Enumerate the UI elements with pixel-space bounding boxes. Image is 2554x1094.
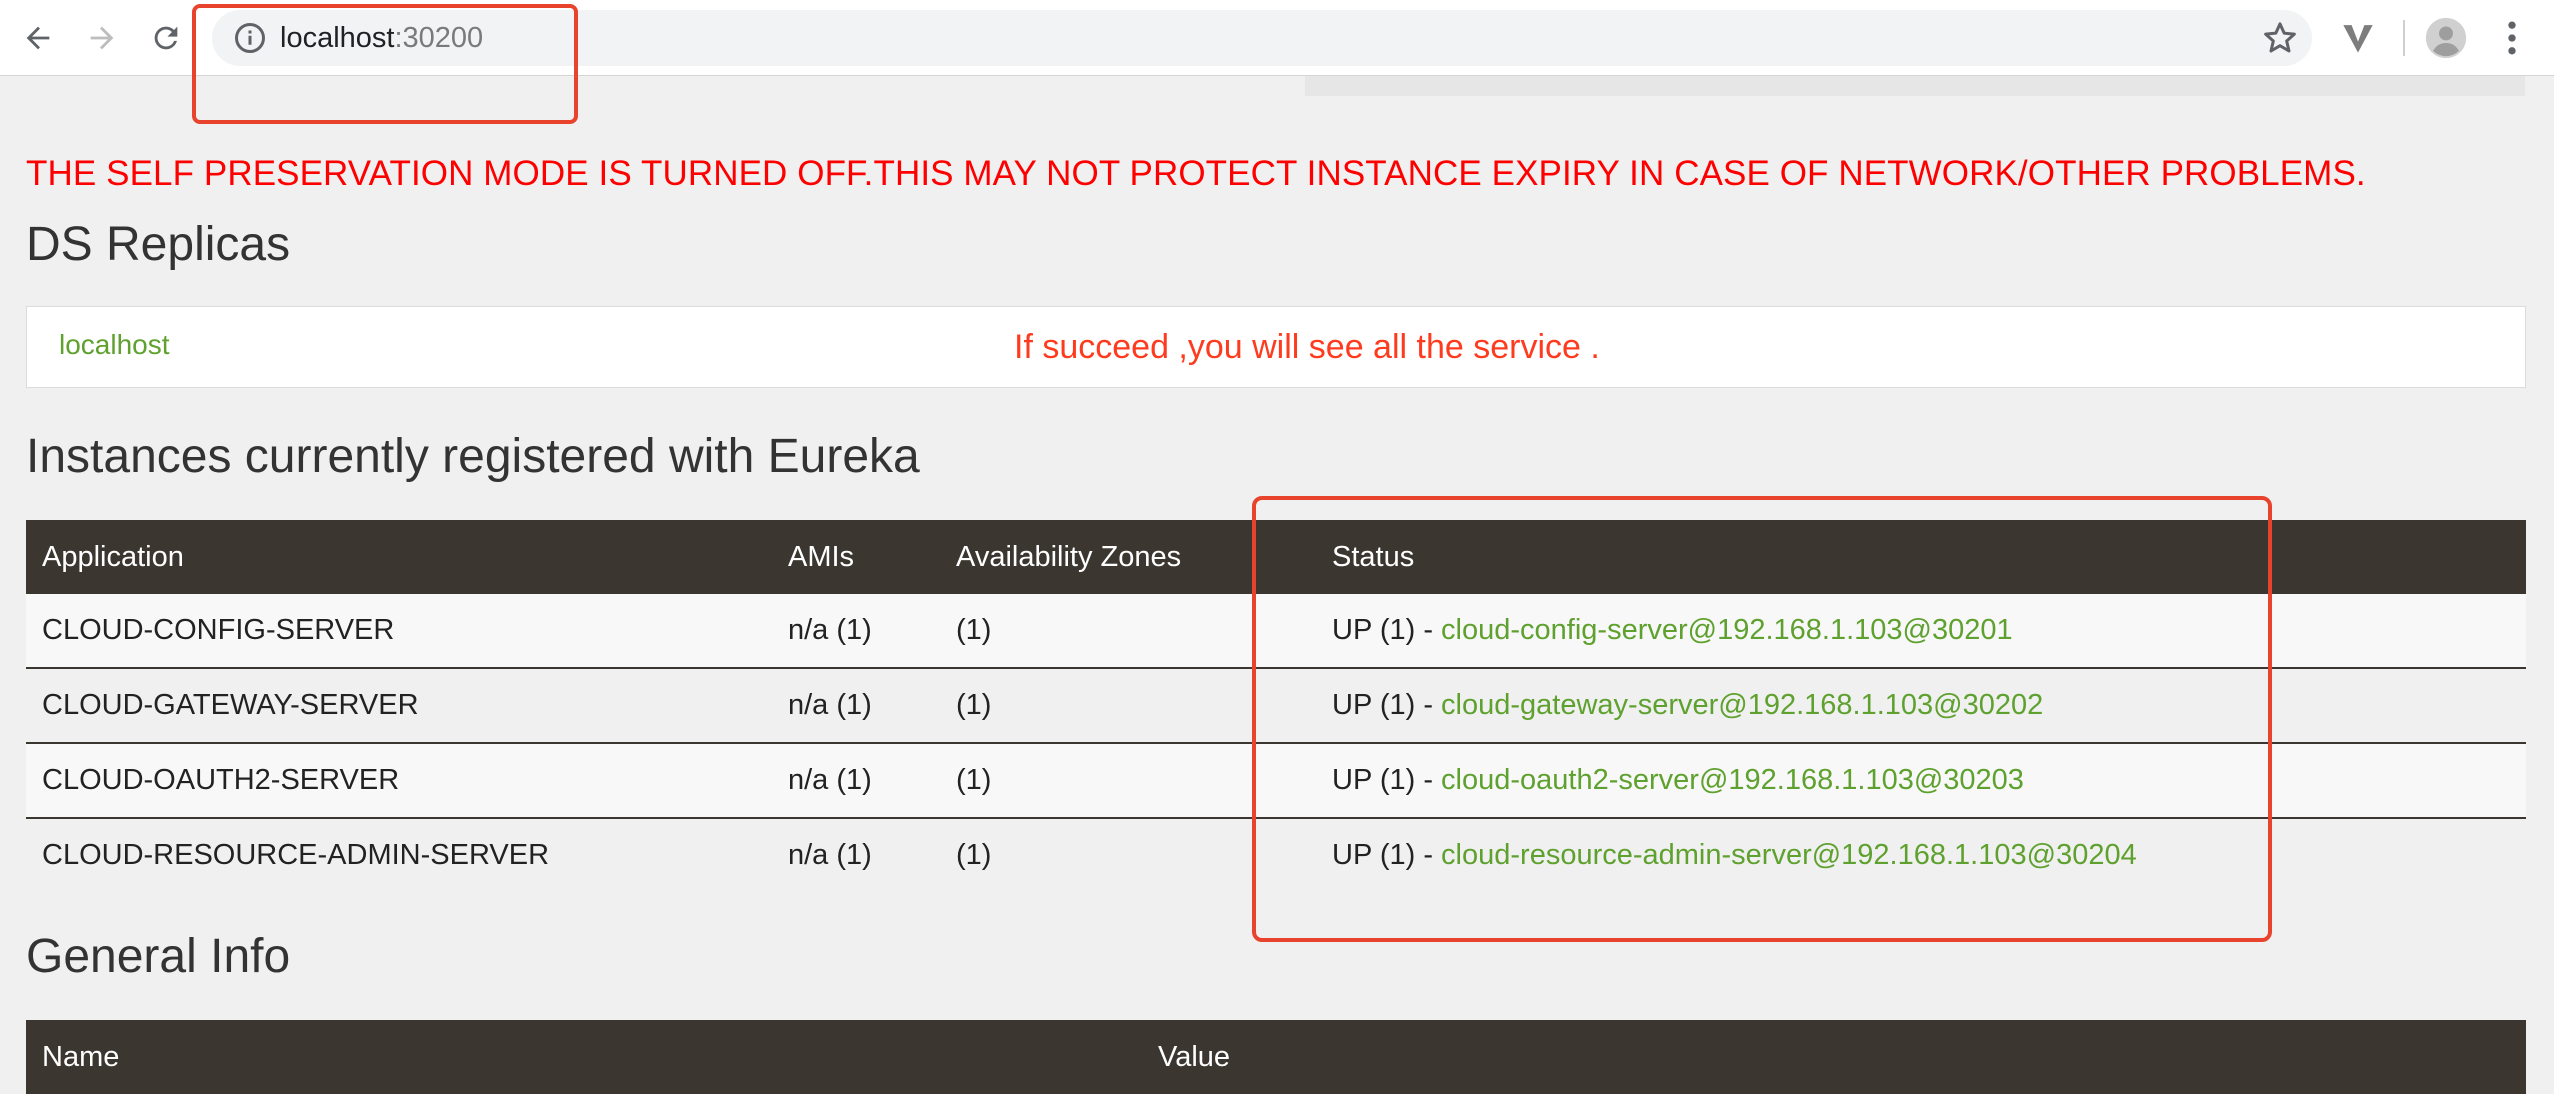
reload-button[interactable] xyxy=(140,12,192,64)
app-name: CLOUD-RESOURCE-ADMIN-SERVER xyxy=(26,818,772,892)
amis-value: n/a (1) xyxy=(772,818,940,892)
menu-dots-icon[interactable] xyxy=(2490,16,2534,60)
profile-avatar-icon[interactable] xyxy=(2424,16,2468,60)
reload-icon xyxy=(154,26,178,50)
forward-arrow-icon xyxy=(90,26,114,50)
app-name: CLOUD-GATEWAY-SERVER xyxy=(26,668,772,744)
back-arrow-icon xyxy=(26,26,50,50)
ds-replicas-title: DS Replicas xyxy=(26,218,291,271)
annotation-note: If succeed ,you will see all the service… xyxy=(1014,328,1600,366)
app-name: CLOUD-OAUTH2-SERVER xyxy=(26,743,772,819)
col-application: Application xyxy=(26,520,772,594)
general-info-header: Name Value xyxy=(26,1020,2526,1094)
app-name: CLOUD-CONFIG-SERVER xyxy=(26,594,772,669)
forward-button[interactable] xyxy=(76,12,128,64)
extension-icon[interactable] xyxy=(2336,16,2380,60)
col-value: Value xyxy=(1142,1020,2526,1094)
self-preservation-warning: THE SELF PRESERVATION MODE IS TURNED OFF… xyxy=(26,154,2366,193)
back-button[interactable] xyxy=(12,12,64,64)
amis-value: n/a (1) xyxy=(772,594,940,669)
amis-value: n/a (1) xyxy=(772,668,940,744)
col-amis: AMIs xyxy=(772,520,940,594)
toolbar-divider xyxy=(2403,20,2405,56)
url-highlight-box xyxy=(192,4,578,124)
instances-title: Instances currently registered with Eure… xyxy=(26,430,920,483)
general-info-title: General Info xyxy=(26,930,291,983)
col-name: Name xyxy=(26,1020,1142,1094)
general-info-table: Name Value xyxy=(26,1020,2526,1094)
bookmark-star-icon[interactable] xyxy=(2260,18,2300,58)
amis-value: n/a (1) xyxy=(772,743,940,819)
overlapped-content-box xyxy=(1305,76,2525,96)
status-highlight-box xyxy=(1252,496,2272,942)
replica-link-localhost[interactable]: localhost xyxy=(59,329,170,361)
